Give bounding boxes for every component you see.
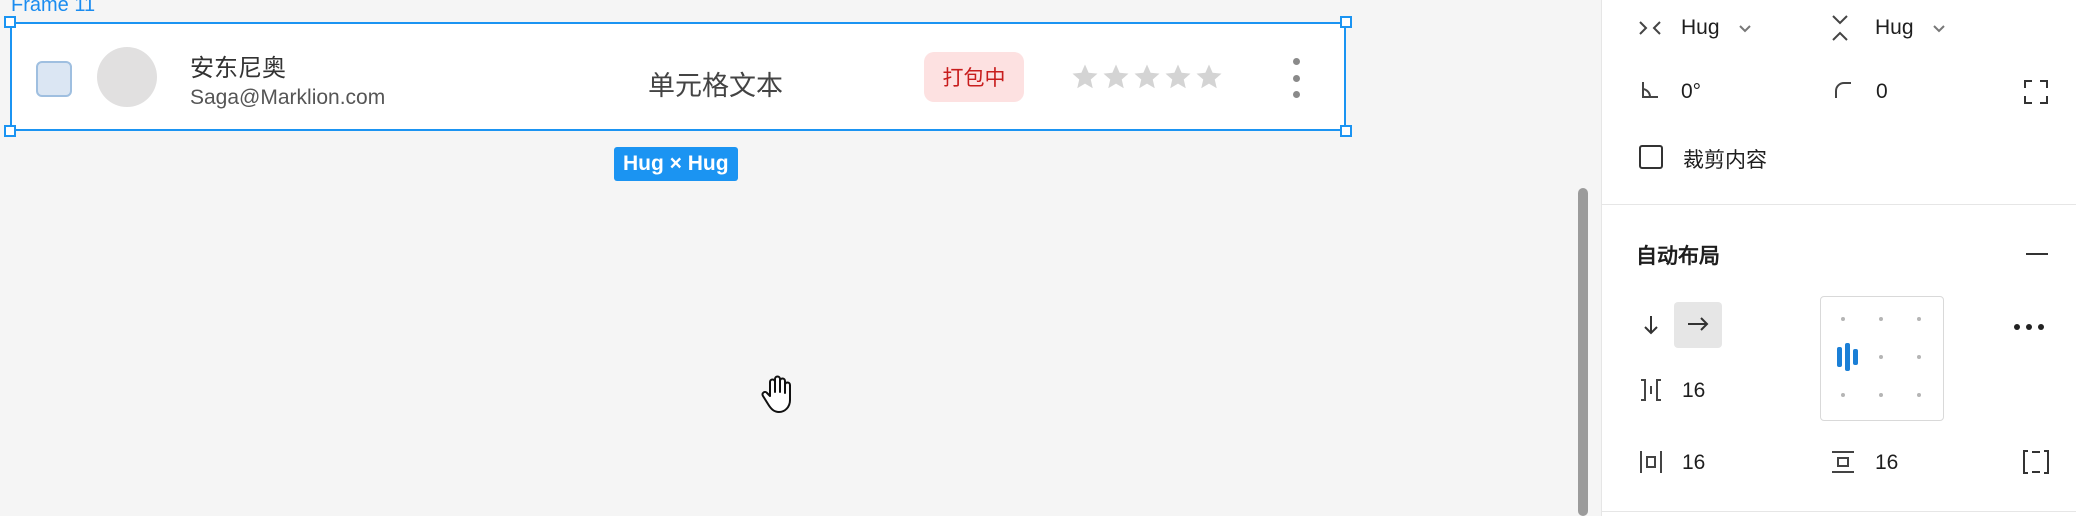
individual-padding-icon[interactable] xyxy=(2022,449,2050,475)
rotation-icon xyxy=(1642,82,1658,98)
alignment-dot[interactable] xyxy=(1879,355,1883,359)
vertical-padding-value[interactable]: 16 xyxy=(1875,451,1898,475)
gap-value[interactable]: 16 xyxy=(1682,379,1705,403)
corner-radius-icon xyxy=(1835,82,1851,98)
clip-content-label: 裁剪内容 xyxy=(1683,149,1767,172)
resize-handle-top-left[interactable] xyxy=(4,16,16,28)
hand-cursor-icon xyxy=(761,375,791,413)
alignment-dot[interactable] xyxy=(1917,317,1921,321)
vertical-scrollbar[interactable] xyxy=(1578,188,1588,516)
rating-stars[interactable] xyxy=(1070,62,1224,94)
active-alignment-indicator xyxy=(1853,349,1858,365)
width-mode-value[interactable]: Hug xyxy=(1681,16,1720,40)
alignment-grid[interactable] xyxy=(1820,296,1944,421)
section-divider xyxy=(1602,511,2076,512)
avatar xyxy=(97,47,157,107)
alignment-dot[interactable] xyxy=(1879,317,1883,321)
design-canvas[interactable]: Frame 11 安东尼奥 Saga@Marklion.com 单元格文本 打包… xyxy=(0,0,1601,516)
horizontal-padding-icon xyxy=(1640,451,1662,473)
alignment-dot[interactable] xyxy=(1879,393,1883,397)
height-mode-value[interactable]: Hug xyxy=(1875,16,1914,40)
chevron-down-icon[interactable] xyxy=(1738,24,1752,34)
alignment-dot[interactable] xyxy=(1917,355,1921,359)
frame-name-label[interactable]: Frame 11 xyxy=(11,0,95,17)
star-icon[interactable] xyxy=(1194,62,1224,92)
active-alignment-indicator xyxy=(1845,343,1850,371)
resize-handle-top-right[interactable] xyxy=(1340,16,1352,28)
row-checkbox[interactable] xyxy=(36,61,72,97)
horizontal-resizing-icon xyxy=(1639,21,1661,35)
status-badge: 打包中 xyxy=(924,52,1024,102)
star-icon[interactable] xyxy=(1070,62,1100,92)
corner-radius-value[interactable]: 0 xyxy=(1876,80,1888,104)
alignment-dot[interactable] xyxy=(1841,393,1845,397)
resize-handle-bottom-left[interactable] xyxy=(4,125,16,137)
resize-handle-bottom-right[interactable] xyxy=(1340,125,1352,137)
properties-panel: Hug Hug 0° 0 裁剪内容 自动布局 16 16 16 xyxy=(1601,0,2076,516)
user-name: 安东尼奥 xyxy=(190,55,286,82)
independent-corners-icon[interactable] xyxy=(2023,79,2049,105)
horizontal-padding-value[interactable]: 16 xyxy=(1682,451,1705,475)
star-icon[interactable] xyxy=(1132,62,1162,92)
auto-layout-title: 自动布局 xyxy=(1636,245,1720,268)
vertical-resizing-icon xyxy=(1832,15,1848,41)
selected-frame-row[interactable]: 安东尼奥 Saga@Marklion.com 单元格文本 打包中 xyxy=(4,16,1352,137)
user-email: Saga@Marklion.com xyxy=(190,86,386,109)
chevron-down-icon[interactable] xyxy=(1932,24,1946,34)
size-badge: Hug × Hug xyxy=(614,147,738,181)
alignment-dot[interactable] xyxy=(1841,317,1845,321)
more-options-icon[interactable] xyxy=(2014,324,2044,330)
remove-auto-layout-icon[interactable] xyxy=(2026,253,2048,255)
active-alignment-indicator xyxy=(1837,347,1842,367)
alignment-dot[interactable] xyxy=(1917,393,1921,397)
vertical-padding-icon xyxy=(1832,451,1854,473)
cell-text: 单元格文本 xyxy=(648,71,783,101)
star-icon[interactable] xyxy=(1101,62,1131,92)
direction-vertical-icon[interactable] xyxy=(1643,314,1659,336)
rotation-value[interactable]: 0° xyxy=(1681,80,1701,104)
more-options-icon[interactable] xyxy=(1290,58,1302,98)
item-spacing-icon xyxy=(1641,379,1661,401)
clip-content-checkbox[interactable] xyxy=(1639,145,1663,169)
arrow-right-icon xyxy=(1688,317,1709,331)
star-icon[interactable] xyxy=(1163,62,1193,92)
section-divider xyxy=(1602,204,2076,205)
